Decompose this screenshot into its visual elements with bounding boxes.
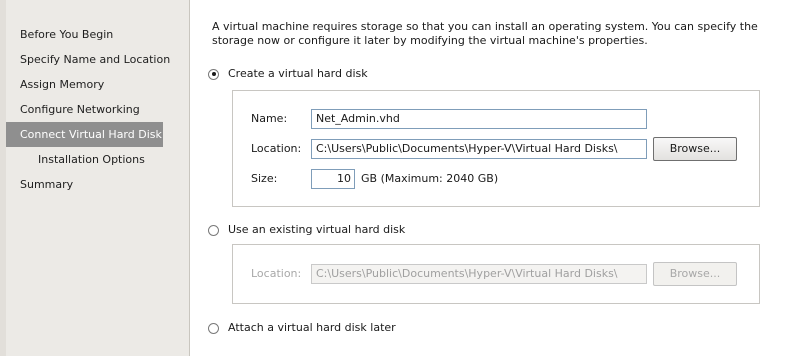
existing-vhd-option[interactable]: Use an existing virtual hard disk (208, 222, 405, 238)
vhd-name-input[interactable]: Net_Admin.vhd (311, 109, 647, 129)
attach-later-option[interactable]: Attach a virtual hard disk later (208, 320, 396, 336)
sidebar-item-summary[interactable]: Summary (0, 172, 189, 197)
vhd-location-input[interactable]: C:\Users\Public\Documents\Hyper-V\Virtua… (311, 139, 647, 159)
create-vhd-option[interactable]: Create a virtual hard disk (208, 66, 368, 82)
sidebar-edge (0, 0, 6, 356)
location-label: Location: (251, 142, 302, 155)
create-vhd-radio[interactable] (208, 68, 219, 80)
existing-browse-button[interactable]: Browse... (653, 262, 737, 286)
existing-location-input[interactable]: C:\Users\Public\Documents\Hyper-V\Virtua… (311, 264, 647, 284)
size-suffix: GB (Maximum: 2040 GB) (361, 172, 499, 185)
attach-later-label[interactable]: Attach a virtual hard disk later (228, 320, 396, 336)
wizard-main-panel: A virtual machine requires storage so th… (200, 0, 791, 356)
existing-location-label: Location: (251, 267, 302, 280)
sidebar-item-installation-options[interactable]: Installation Options (0, 147, 189, 172)
browse-button[interactable]: Browse... (653, 137, 737, 161)
page-description: A virtual machine requires storage so th… (212, 20, 758, 47)
existing-vhd-group: Location: C:\Users\Public\Documents\Hype… (232, 244, 760, 304)
existing-vhd-label[interactable]: Use an existing virtual hard disk (228, 222, 405, 238)
vhd-size-input[interactable]: 10 (311, 169, 355, 189)
sidebar-item-before-you-begin[interactable]: Before You Begin (0, 22, 189, 47)
existing-vhd-radio[interactable] (208, 224, 219, 236)
size-label: Size: (251, 172, 278, 185)
sidebar-item-specify-name-and-location[interactable]: Specify Name and Location (0, 47, 189, 72)
attach-later-radio[interactable] (208, 322, 219, 334)
create-vhd-label[interactable]: Create a virtual hard disk (228, 66, 368, 82)
create-vhd-group: Name: Net_Admin.vhd Location: C:\Users\P… (232, 90, 760, 207)
sidebar-item-connect-virtual-hard-disk[interactable]: Connect Virtual Hard Disk (6, 122, 163, 147)
wizard-sidebar: Before You Begin Specify Name and Locati… (0, 0, 190, 356)
sidebar-item-assign-memory[interactable]: Assign Memory (0, 72, 189, 97)
sidebar-item-configure-networking[interactable]: Configure Networking (0, 97, 189, 122)
name-label: Name: (251, 112, 288, 125)
